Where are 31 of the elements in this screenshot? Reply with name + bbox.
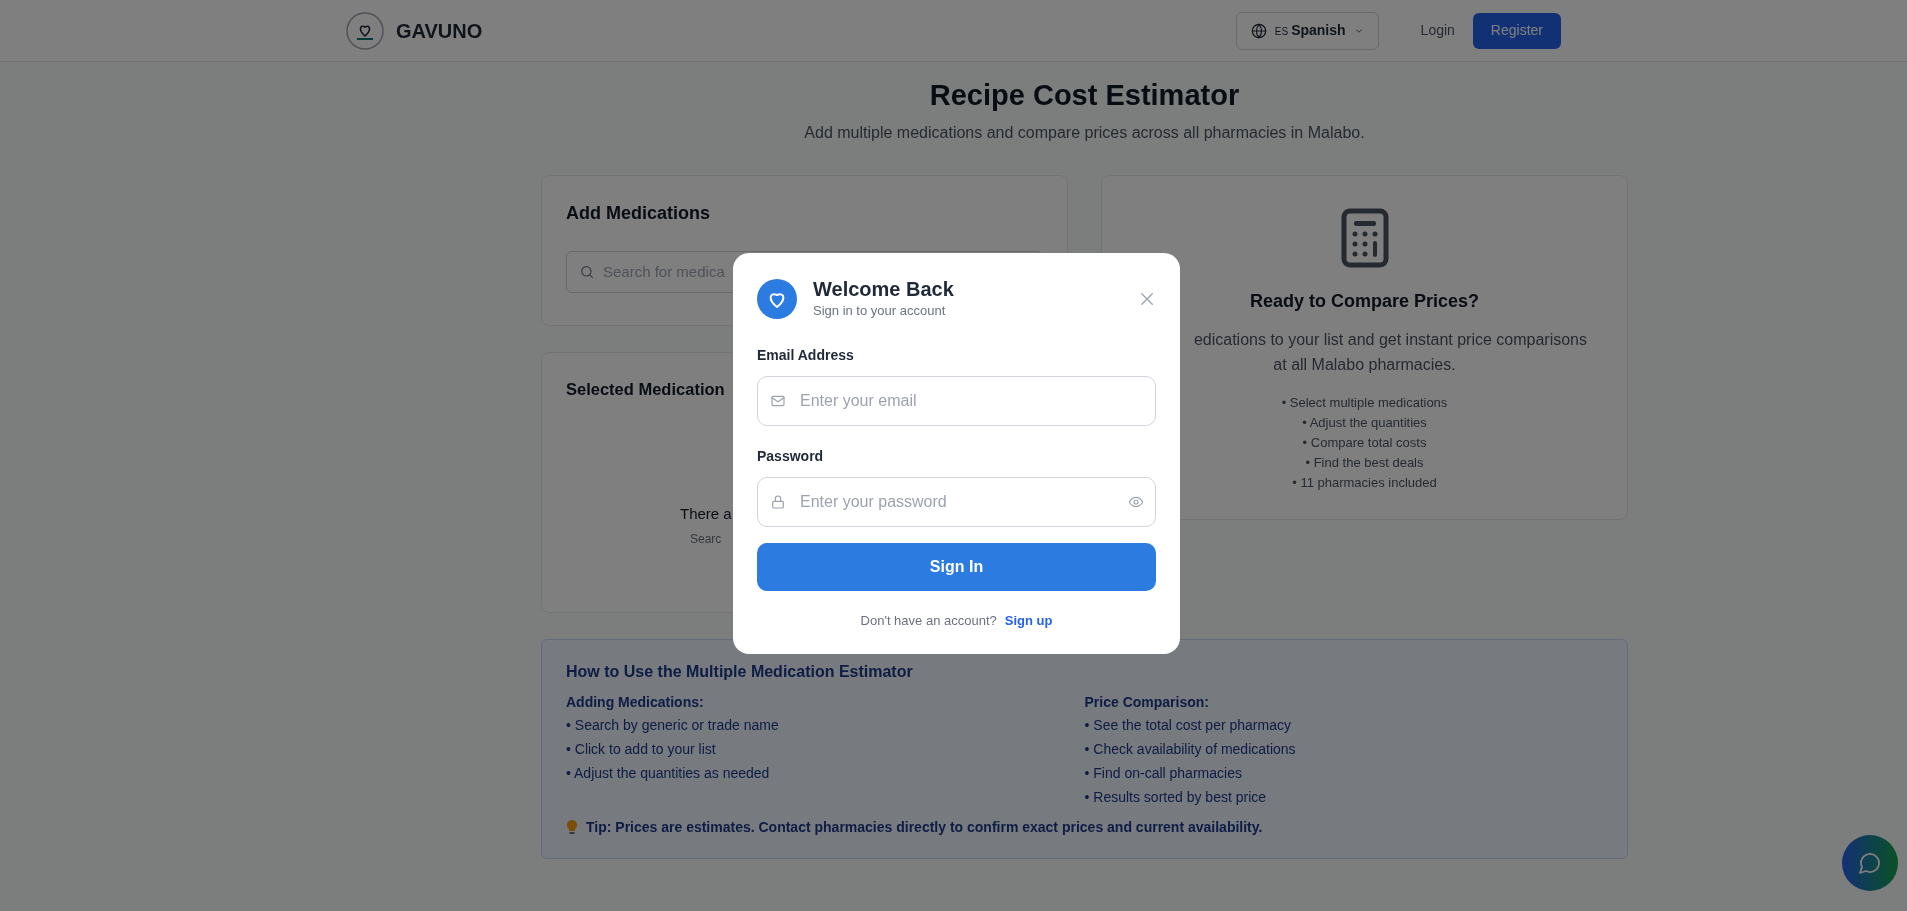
page-subtitle: Add multiple medications and compare prices across all pharmacies in Malabo.	[803, 122, 1366, 143]
field-label: Password	[757, 446, 825, 466]
empty-hint: Searc	[690, 530, 722, 548]
feature-item: • 11 pharmacies included	[1292, 474, 1437, 490]
feature-item: • Compare total costs	[1302, 434, 1427, 450]
list-item: • Find on-call pharmacies	[1084, 763, 1243, 783]
dialog-subtitle: Sign in to your account	[813, 302, 947, 320]
column-heading: Adding Medications:	[566, 692, 705, 712]
column-heading: Price Comparison:	[1084, 692, 1210, 712]
description-text: edications to your list and get instant price comparisons	[1193, 330, 1587, 348]
dialog-title: Welcome Back	[813, 277, 954, 301]
panel-title: How to Use the Multiple Medication Estimator	[566, 661, 914, 682]
card-title: Add Medications	[566, 201, 711, 225]
footer-text: Don't have an account?	[860, 611, 997, 630]
feature-item: • Find the best deals	[1305, 454, 1424, 470]
list-item: • Click to add to your list	[566, 739, 717, 759]
feature-item: • Adjust the quantities	[1302, 414, 1427, 430]
description-text: at all Malabo pharmacies.	[1273, 355, 1456, 373]
list-item: • Results sorted by best price	[1084, 787, 1268, 807]
list-item: • See the total cost per pharmacy	[1084, 715, 1292, 735]
brand-name: GAVUNO	[396, 18, 483, 44]
list-item: • Check availability of medications	[1084, 739, 1297, 759]
tip-text: Tip: Prices are estimates. Contact pharmacies directly to confirm exact prices and current availability.	[586, 817, 1263, 837]
page-title: Recipe Cost Estimator	[928, 78, 1241, 113]
card-title: Ready to Compare Prices?	[1249, 290, 1480, 311]
list-item: • Search by generic or trade name	[566, 715, 780, 735]
list-item: • Adjust the quantities as needed	[566, 763, 771, 783]
field-label: Email Address	[757, 345, 855, 365]
card-title: Selected Medication	[566, 378, 725, 400]
feature-item: • Select multiple medications	[1281, 394, 1448, 410]
empty-message: There a	[680, 503, 732, 524]
